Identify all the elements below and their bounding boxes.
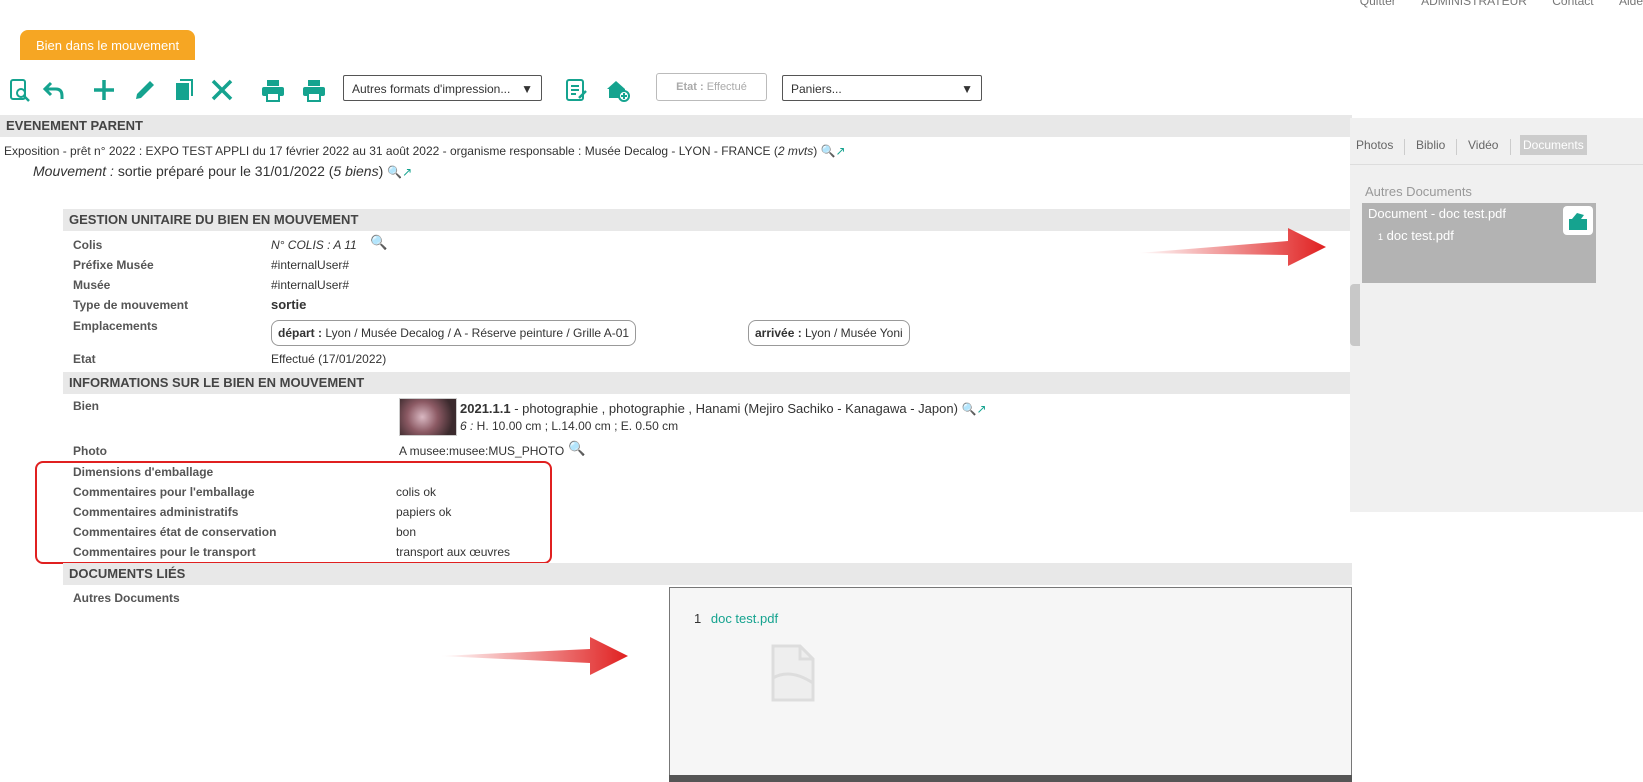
bien-number[interactable]: 2021.1.1 [460,401,511,416]
nav-contact[interactable]: Contact [1552,0,1593,8]
paniers-value: Paniers... [791,82,842,96]
arrivee-value: Lyon / Musée Yoni [805,326,903,340]
prefixe-musee-label: Préfixe Musée [73,258,154,272]
print-icon[interactable] [259,76,287,104]
section-evenement-parent: EVENEMENT PARENT [0,115,1352,137]
search-open-icon[interactable]: 🔍↗ [962,402,987,416]
document-card-title: Document - doc test.pdf [1368,206,1507,221]
etat-status-label: Etat : [676,81,704,93]
viewer-toolbar [669,775,1352,782]
tab-video[interactable]: Vidéo [1468,138,1498,152]
top-navigation: Quitter ADMINISTRATEUR Contact Aide [1338,0,1643,8]
parent-mouvement-text: sortie préparé pour le 31/01/2022 ( [117,163,334,179]
open-folder-icon[interactable] [1563,206,1593,235]
tab-biblio[interactable]: Biblio [1416,138,1445,152]
autres-documents-label: Autres Documents [73,591,180,605]
parent-mouvement-line: Mouvement : sortie préparé pour le 31/01… [33,163,412,179]
file-placeholder-icon [770,643,816,706]
viewer-doc-link[interactable]: doc test.pdf [711,611,778,626]
nav-aide[interactable]: Aide [1619,0,1643,8]
right-sidebar-panel [1350,118,1643,512]
search-icon[interactable]: 🔍 [568,440,585,457]
print-list-icon[interactable] [300,76,328,104]
nav-user[interactable]: ADMINISTRATEUR [1421,0,1527,8]
document-viewer[interactable]: 1 doc test.pdf [669,587,1352,782]
red-highlight-box [35,461,552,564]
parent-mouvement-close: ) [378,163,384,179]
depart-location: départ : Lyon / Musée Decalog / A - Rése… [271,320,637,346]
red-arrow-annotation [440,637,628,675]
back-icon[interactable] [40,76,68,104]
red-arrow-annotation [1138,228,1326,266]
tab-separator [1510,139,1511,155]
sidebar-divider [1350,164,1643,165]
colis-label: Colis [73,238,103,252]
nav-quitter[interactable]: Quitter [1360,0,1396,8]
section-documents-lies: DOCUMENTS LIÉS [63,563,1352,585]
document-card-index: 1 [1378,232,1384,242]
parent-mouvement-label: Mouvement : [33,163,114,179]
sidebar-collapse-handle[interactable] [1350,284,1360,346]
bien-dimensions-line: 6 : H. 10.00 cm ; L.14.00 cm ; E. 0.50 c… [460,419,678,433]
tab-documents[interactable]: Documents [1520,135,1587,155]
musee-label: Musée [73,278,111,292]
delete-icon[interactable] [208,76,236,104]
depart-label: départ : [278,326,323,340]
tab-separator [1456,139,1457,155]
tab-separator [1404,139,1405,155]
photo-label: Photo [73,444,107,458]
bien-title-line: 2021.1.1 - photographie , photographie ,… [460,401,987,416]
tab-bien-dans-mouvement[interactable]: Bien dans le mouvement [20,30,196,60]
document-card[interactable]: Document - doc test.pdf 1 doc test.pdf [1362,203,1596,283]
edit-icon[interactable] [131,76,159,104]
parent-expo-text: Exposition - prêt n° 2022 : EXPO TEST AP… [4,144,778,158]
search-icon[interactable]: 🔍 [370,234,387,251]
chevron-down-icon: ▼ [521,82,533,96]
prefixe-musee-value: #internalUser# [271,258,350,272]
document-card-entry: 1 doc test.pdf [1378,228,1454,243]
chevron-down-icon: ▼ [961,82,973,96]
viewer-doc-index: 1 [694,611,702,626]
arrivee-label: arrivée : [755,326,802,340]
bien-desc: - photographie , photographie , Hanami (… [510,401,958,416]
toolbar: Autres formats d'impression... ▼ Paniers… [0,70,1643,110]
print-formats-select[interactable]: Autres formats d'impression... ▼ [343,75,542,101]
etat-value: Effectué (17/01/2022) [271,352,387,366]
preview-search-icon[interactable] [6,76,34,104]
paniers-select[interactable]: Paniers... ▼ [782,75,982,101]
tab-photos[interactable]: Photos [1356,138,1393,152]
bien-thumbnail[interactable] [399,398,457,436]
sidebar-section-title: Autres Documents [1365,184,1472,199]
bien-label: Bien [73,399,100,413]
bien-dims: H. 10.00 cm ; L.14.00 cm ; E. 0.50 cm [473,419,679,433]
etat-status-value: Effectué [706,81,747,93]
etat-status-button[interactable]: Etat : Effectué [656,73,767,101]
section-informations: INFORMATIONS SUR LE BIEN EN MOUVEMENT [63,372,1352,394]
type-mouvement-value: sortie [271,297,307,312]
arrivee-location: arrivée : Lyon / Musée Yoni [748,320,910,346]
parent-expo-count: 2 mvts [777,144,814,158]
colis-value: N° COLIS : A 11 [271,238,357,252]
type-mouvement-label: Type de mouvement [73,298,189,312]
etat-label: Etat [73,352,96,366]
home-add-icon[interactable] [604,76,632,104]
print-formats-value: Autres formats d'impression... [352,82,511,96]
search-open-icon[interactable]: 🔍↗ [821,144,846,158]
emplacements-label: Emplacements [73,319,158,333]
photo-value: A musee:musee:MUS_PHOTO [399,444,565,458]
copy-icon[interactable] [170,76,198,104]
document-card-file[interactable]: doc test.pdf [1387,228,1454,243]
checklist-icon[interactable] [562,76,590,104]
bien-dim-prefix: 6 : [460,419,474,433]
parent-expo-close: ) [813,144,818,158]
parent-expo-line: Exposition - prêt n° 2022 : EXPO TEST AP… [4,144,846,158]
viewer-doc-entry: 1 doc test.pdf [694,611,778,626]
search-open-icon[interactable]: 🔍↗ [387,165,412,179]
parent-mouvement-count: 5 biens [333,163,379,179]
depart-value: Lyon / Musée Decalog / A - Réserve peint… [325,326,630,340]
musee-value: #internalUser# [271,278,350,292]
add-icon[interactable] [90,76,118,104]
